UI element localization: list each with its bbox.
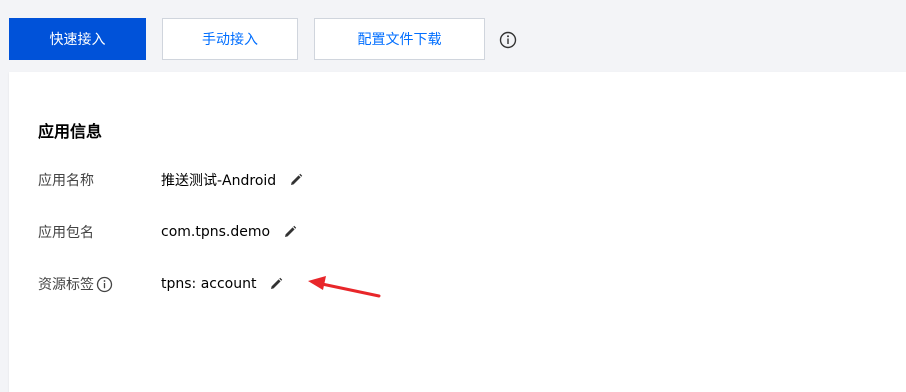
config-download-button[interactable]: 配置文件下载 <box>314 18 485 60</box>
resource-tag-label-text: 资源标签 <box>38 277 94 293</box>
package-name-row: 应用包名 com.tpns.demo <box>38 220 298 244</box>
quick-access-button[interactable]: 快速接入 <box>9 18 146 60</box>
info-icon[interactable] <box>96 276 113 293</box>
pencil-icon[interactable] <box>268 276 284 292</box>
resource-tag-row: 资源标签 tpns: account <box>38 272 284 296</box>
app-name-row: 应用名称 推送测试-Android <box>38 168 304 192</box>
app-info-card: 应用信息 应用名称 推送测试-Android 应用包名 com.tpns.dem… <box>9 72 906 392</box>
pencil-icon[interactable] <box>282 224 298 240</box>
app-info-title: 应用信息 <box>38 122 103 141</box>
annotation-arrow <box>308 276 381 298</box>
manual-access-button[interactable]: 手动接入 <box>162 18 298 60</box>
info-icon[interactable] <box>499 31 517 49</box>
package-name-value: com.tpns.demo <box>161 224 271 240</box>
toolbar: 快速接入 手动接入 配置文件下载 <box>0 0 906 70</box>
resource-tag-value: tpns: account <box>161 276 257 292</box>
package-name-label: 应用包名 <box>38 225 94 241</box>
pencil-icon[interactable] <box>288 172 304 188</box>
app-name-value: 推送测试-Android <box>161 173 277 189</box>
resource-tag-label: 资源标签 <box>38 274 161 294</box>
app-name-label: 应用名称 <box>38 173 94 189</box>
